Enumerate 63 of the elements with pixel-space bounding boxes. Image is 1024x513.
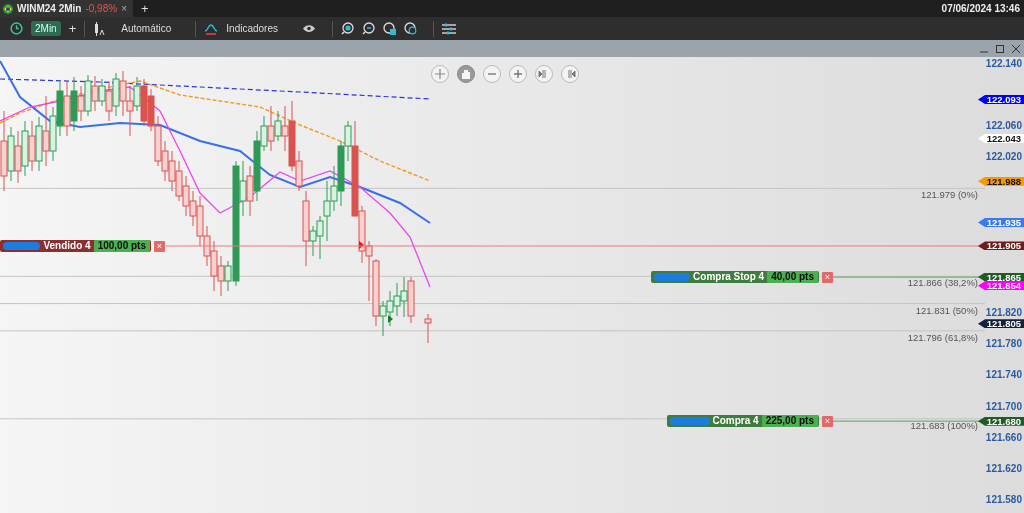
indicator-icon[interactable] xyxy=(204,22,219,35)
fibonacci-label: 121.796 (61,8%) xyxy=(907,331,978,343)
eye-icon[interactable] xyxy=(302,24,316,33)
date-time: 07/06/2024 13:46 xyxy=(941,2,1021,16)
price-tag: 121.865 xyxy=(978,272,1024,282)
points-badge: 225,00 pts xyxy=(761,415,818,428)
order-tag[interactable]: Compra Stop 4 40,00 pts xyxy=(651,271,819,284)
price-tag: 121.935 xyxy=(978,218,1024,228)
indicators-button[interactable]: Indicadores xyxy=(226,22,278,35)
chart-type-button[interactable]: Automático xyxy=(121,22,172,35)
candle-icon[interactable] xyxy=(93,21,106,36)
chart-tab[interactable]: WINM24 2Min -0,98% × xyxy=(0,0,133,17)
close-tab-button[interactable]: × xyxy=(121,2,127,15)
settings-icon[interactable] xyxy=(442,22,456,35)
zoom-fit-icon[interactable] xyxy=(383,22,396,35)
tab-title: WINM24 2Min xyxy=(17,2,82,16)
hand-icon[interactable] xyxy=(457,65,475,83)
fibonacci-label: 121.979 (0%) xyxy=(920,189,978,201)
order-tag[interactable]: Vendido 4 100,00 pts xyxy=(0,239,151,252)
price-tag: 122.093 xyxy=(978,95,1024,105)
order-label: Compra 4 xyxy=(712,415,759,428)
sell-marker-icon xyxy=(359,241,364,249)
close-icon[interactable] xyxy=(1012,44,1020,53)
new-tab-button[interactable]: + xyxy=(141,2,149,15)
zoom-out-icon[interactable] xyxy=(362,22,375,35)
order-label: Compra Stop 4 xyxy=(693,271,765,284)
price-tick: 121.780 xyxy=(985,338,1022,350)
points-badge: 100,00 pts xyxy=(93,239,150,252)
price-tag: 121.805 xyxy=(978,319,1024,329)
price-tick: 121.700 xyxy=(985,400,1022,412)
price-tick: 122.060 xyxy=(985,120,1022,132)
add-button[interactable]: + xyxy=(68,22,77,35)
zoom-in-icon[interactable] xyxy=(341,22,354,35)
price-tick: 122.020 xyxy=(985,151,1022,163)
price-change: -0,98% xyxy=(85,2,118,16)
price-tick: 122.140 xyxy=(985,58,1022,69)
price-tick: 121.620 xyxy=(985,462,1022,474)
price-tag: 121.988 xyxy=(978,176,1024,186)
price-tick: 121.820 xyxy=(985,307,1022,319)
order-tag[interactable]: Compra 4 225,00 pts xyxy=(667,415,819,428)
redaction-mark xyxy=(654,273,691,282)
price-tag: 121.680 xyxy=(978,416,1024,426)
redaction-mark xyxy=(670,417,710,426)
price-tag: 121.905 xyxy=(978,241,1024,251)
price-tick: 121.740 xyxy=(985,369,1022,381)
price-tag: 121.854 xyxy=(978,281,1024,291)
order-label: Vendido 4 xyxy=(43,239,91,252)
price-tick: 121.580 xyxy=(985,494,1022,505)
points-badge: 40,00 pts xyxy=(767,271,818,284)
price-tick: 121.660 xyxy=(985,431,1022,443)
clock-icon[interactable] xyxy=(10,22,23,35)
price-tag: 122.043 xyxy=(978,134,1024,143)
buy-marker-icon xyxy=(388,315,393,323)
fibonacci-label: 121.683 (100%) xyxy=(910,419,978,431)
zoom-clock-icon[interactable] xyxy=(404,22,417,35)
fibonacci-label: 121.866 (38,2%) xyxy=(907,277,978,289)
fibonacci-label: 121.831 (50%) xyxy=(915,304,978,316)
maximize-icon[interactable] xyxy=(996,44,1004,53)
interval-button[interactable]: 2Min xyxy=(31,21,61,36)
scroll-right-icon[interactable] xyxy=(561,65,579,83)
flag-icon xyxy=(3,3,13,14)
redaction-mark xyxy=(3,241,41,250)
scroll-left-icon[interactable] xyxy=(535,65,553,83)
